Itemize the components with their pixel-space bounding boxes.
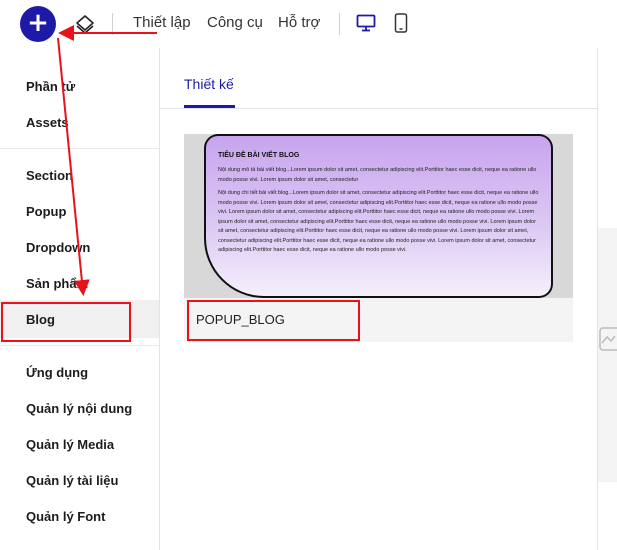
sidebar-item-font-manager[interactable]: Quản lý Font <box>26 509 105 524</box>
desktop-icon[interactable] <box>356 14 376 32</box>
annotation-box-template <box>187 300 360 341</box>
toolbar-divider <box>112 13 113 35</box>
left-sidebar: Phần tử Assets Section Popup Dropdown Sả… <box>0 48 160 550</box>
sidebar-divider <box>0 148 159 149</box>
popup-preview-title: TIÊU ĐỀ BÀI VIẾT BLOG <box>218 152 300 159</box>
popup-preview-body: TIÊU ĐỀ BÀI VIẾT BLOG Nội dung mô tả bài… <box>206 136 551 296</box>
popup-preview-description: Nội dung mô tả bài viết blog...Lorem ips… <box>218 167 537 183</box>
sidebar-item-apps[interactable]: Ứng dụng <box>26 365 88 380</box>
tab-bar: Thiết kế <box>160 48 597 109</box>
popup-preview-detail: Nội dung chi tiết bài viết blog...Lorem … <box>218 190 539 253</box>
menu-tools[interactable]: Công cụ <box>207 14 263 31</box>
menu-support[interactable]: Hỗ trợ <box>278 14 320 31</box>
sidebar-item-document-manager[interactable]: Quản lý tài liệu <box>26 473 118 488</box>
mobile-icon[interactable] <box>394 13 408 33</box>
sidebar-item-products[interactable]: Sản phẩm <box>26 276 88 291</box>
layers-icon[interactable] <box>74 13 96 35</box>
add-element-button[interactable]: + <box>20 6 56 42</box>
image-placeholder-icon <box>599 327 617 351</box>
sidebar-divider <box>0 345 159 346</box>
sidebar-item-popup[interactable]: Popup <box>26 204 66 219</box>
sidebar-item-section[interactable]: Section <box>26 168 73 183</box>
popup-preview: TIÊU ĐỀ BÀI VIẾT BLOG Nội dung mô tả bài… <box>204 134 553 298</box>
sidebar-item-dropdown[interactable]: Dropdown <box>26 240 90 255</box>
toolbar-divider <box>339 13 340 35</box>
sidebar-item-media-manager[interactable]: Quản lý Media <box>26 437 114 452</box>
annotation-box-blog <box>1 302 131 342</box>
menu-settings[interactable]: Thiết lập <box>133 14 191 31</box>
sidebar-item-assets[interactable]: Assets <box>26 115 69 130</box>
sidebar-item-content-manager[interactable]: Quản lý nội dung <box>26 401 132 416</box>
tab-design[interactable]: Thiết kế <box>184 76 234 92</box>
plus-icon: + <box>27 8 49 38</box>
template-panel: Thiết kế TIÊU ĐỀ BÀI VIẾT BLOG Nội dung … <box>160 48 597 550</box>
top-toolbar: + Thiết lập Công cụ Hỗ trợ <box>0 0 617 48</box>
right-panel-partial <box>598 228 617 482</box>
template-thumbnail[interactable]: TIÊU ĐỀ BÀI VIẾT BLOG Nội dung mô tả bài… <box>184 134 573 298</box>
sidebar-item-elements[interactable]: Phần tử <box>26 79 75 94</box>
tab-active-indicator <box>184 105 235 108</box>
